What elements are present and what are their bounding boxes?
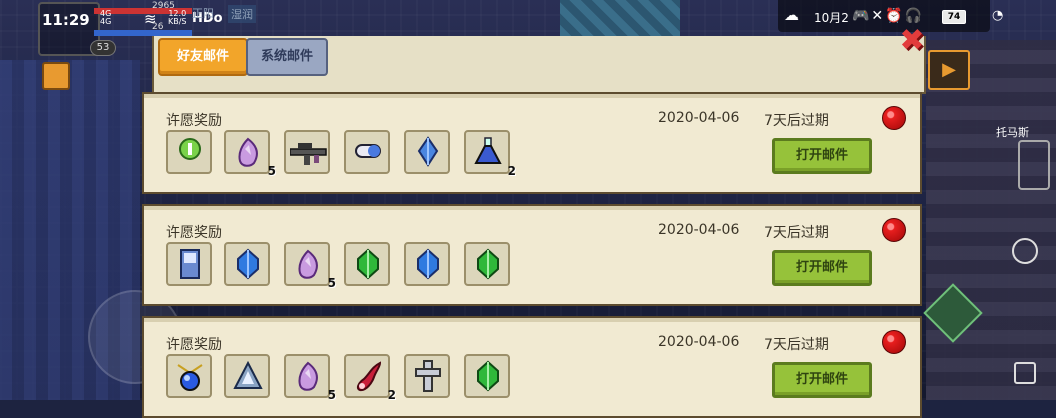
mail-expire: 7天后过期	[764, 225, 829, 241]
mail-date: 2020-04-06	[658, 334, 740, 350]
blueprint-card-icon	[180, 249, 200, 279]
mail-date: 2020-04-06	[658, 110, 740, 126]
blue-gem-icon	[237, 248, 259, 280]
reward-slot[interactable]: 5	[284, 242, 336, 290]
unread-dot-icon	[882, 218, 906, 242]
sapphire-amulet-icon	[177, 364, 203, 391]
square-nav-button[interactable]	[1014, 362, 1036, 384]
speed-unit: KB/S	[168, 17, 187, 26]
mail-title: 许愿奖励	[166, 337, 222, 353]
status-date: 10月2	[814, 11, 849, 25]
unread-dot-icon	[882, 106, 906, 130]
blue-gem-icon	[417, 248, 439, 280]
green-gem-icon	[477, 360, 499, 392]
signal-icon: ◔	[992, 8, 1004, 23]
cloud-weather-icon: ☁	[784, 6, 799, 24]
reward-slot[interactable]	[224, 242, 270, 286]
reward-slot[interactable]	[166, 242, 212, 286]
reward-slot[interactable]	[404, 354, 450, 398]
mail-expire: 7天后过期	[764, 337, 829, 353]
reward-slot[interactable]: 2	[464, 130, 516, 178]
battery-icon: 74	[942, 10, 966, 24]
network-bottom: 4G	[100, 17, 112, 26]
red-horn-icon	[356, 361, 382, 392]
rifle-weapon-icon	[290, 143, 327, 165]
play-button[interactable]: ▶	[928, 50, 970, 90]
mail-title: 许愿奖励	[166, 113, 222, 129]
open-mail-button[interactable]: 打开邮件	[772, 138, 872, 174]
backpack-button[interactable]	[42, 62, 70, 90]
green-gem-coin-icon	[179, 138, 201, 160]
close-icon[interactable]: ✖	[896, 26, 928, 56]
reward-slot[interactable]	[284, 130, 330, 174]
mail-card: 许愿奖励 2020-04-06 7天后过期 打开邮件 5 2	[142, 316, 922, 418]
notification-icons: 🎮✕⏰🎧	[852, 8, 925, 24]
triangle-rune-icon	[233, 360, 263, 389]
mail-card: 许愿奖励 2020-04-06 7天后过期 打开邮件 5	[142, 204, 922, 306]
green-gem-icon	[477, 248, 499, 280]
area-label-1: 正阳	[192, 7, 214, 20]
tab-friend-mail[interactable]: 好友邮件	[158, 38, 248, 76]
reward-slot[interactable]	[166, 130, 212, 174]
home-circle-button[interactable]	[1012, 238, 1038, 264]
reward-slot[interactable]	[464, 354, 510, 398]
reward-slot[interactable]: 5	[224, 130, 276, 178]
bg-floor-right	[926, 40, 1056, 400]
reward-slot[interactable]	[404, 242, 450, 286]
blue-capsule-icon	[355, 144, 381, 158]
reward-slot[interactable]: 2	[344, 354, 396, 402]
hp-value: 2965	[152, 1, 175, 11]
reward-slot[interactable]	[464, 242, 510, 286]
reward-slot[interactable]	[404, 130, 450, 174]
network-indicator: 4G 4G	[100, 10, 111, 26]
unread-dot-icon	[882, 330, 906, 354]
purple-crystal-icon	[298, 249, 318, 279]
tab-system-mail[interactable]: 系统邮件	[246, 38, 328, 76]
purple-crystal-icon	[238, 137, 258, 167]
purple-crystal-icon	[298, 361, 318, 391]
npc-name-label: 托马斯	[996, 126, 1029, 139]
mail-date: 2020-04-06	[658, 222, 740, 238]
clock-time: 11:29	[42, 11, 90, 29]
item-count: 5	[267, 164, 276, 178]
green-gem-icon	[357, 248, 379, 280]
mail-card: 许愿奖励 2020-04-06 7天后过期 打开邮件 5 2	[142, 92, 922, 194]
reward-slot[interactable]	[166, 354, 212, 398]
mail-title: 许愿奖励	[166, 225, 222, 241]
reward-slot[interactable]	[344, 130, 390, 174]
open-mail-button[interactable]: 打开邮件	[772, 250, 872, 286]
phone-frame-icon	[1018, 140, 1050, 190]
item-count: 5	[327, 276, 336, 290]
reward-slot[interactable]	[224, 354, 270, 398]
area-label-2: 湿润	[228, 5, 256, 23]
sp-value: 26	[152, 22, 164, 32]
blue-gem-icon	[417, 136, 439, 167]
silver-cross-icon	[415, 360, 441, 392]
reward-slot[interactable]	[344, 242, 390, 286]
network-speed: 12.0 KB/S	[168, 10, 187, 26]
item-count: 2	[507, 164, 516, 178]
level-badge: 53	[90, 40, 116, 56]
open-mail-button[interactable]: 打开邮件	[772, 362, 872, 398]
reward-slot[interactable]: 5	[284, 354, 336, 402]
potion-flask-icon	[474, 137, 502, 164]
mail-expire: 7天后过期	[764, 113, 829, 129]
